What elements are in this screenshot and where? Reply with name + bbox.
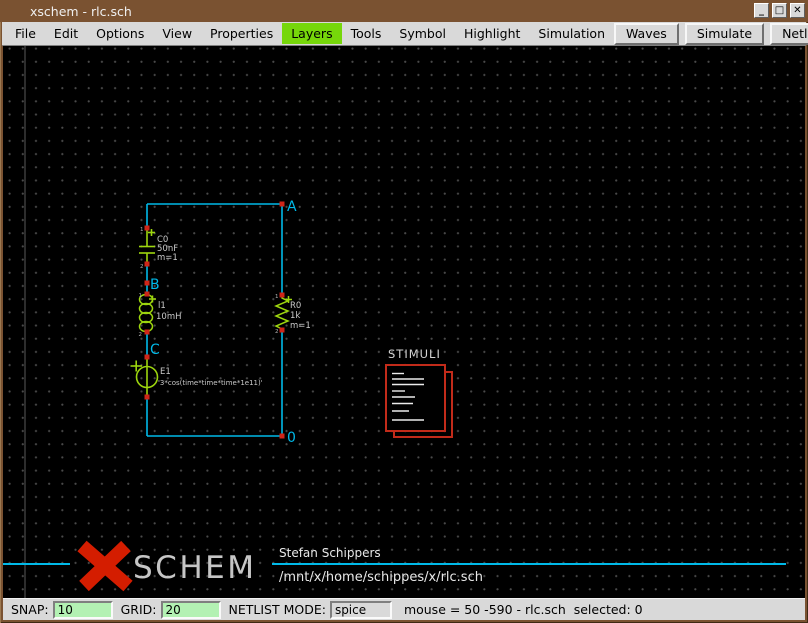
- simulate-button[interactable]: Simulate: [685, 23, 764, 45]
- netlist-mode-input[interactable]: spice: [330, 601, 392, 619]
- snap-input[interactable]: 10: [53, 601, 113, 619]
- stimuli-document-front: [386, 365, 445, 431]
- snap-label: SNAP:: [11, 602, 49, 617]
- resistor-name: R0: [290, 301, 301, 311]
- menu-layers[interactable]: Layers: [282, 23, 341, 44]
- schematic-canvas[interactable]: 1 2 C0 50nF m=1 1 2 l1 10mH: [3, 46, 805, 598]
- capacitor-pin2-number: 2: [140, 264, 144, 270]
- waves-button[interactable]: Waves: [614, 23, 679, 45]
- xschem-logo: SCHEM Stefan Schippers /mnt/x/home/schip…: [3, 546, 786, 586]
- statusbar: SNAP: 10 GRID: 20 NETLIST MODE: spice mo…: [3, 598, 805, 620]
- menu-edit[interactable]: Edit: [45, 23, 87, 44]
- menu-symbol[interactable]: Symbol: [390, 23, 455, 44]
- resistor-pin1-number: 1: [275, 294, 279, 300]
- mouse-status: mouse = 50 -590 - rlc.sch selected: 0: [404, 602, 643, 617]
- inductor-value: 10mH: [156, 312, 182, 322]
- resistor-pin2-number: 2: [275, 329, 279, 335]
- source-name: E1: [160, 367, 171, 377]
- logo-schem-text: SCHEM: [133, 550, 256, 586]
- inductor-pin2-number: 2: [139, 332, 143, 338]
- menu-highlight[interactable]: Highlight: [455, 23, 529, 44]
- capacitor-mult: m=1: [157, 253, 178, 263]
- window-controls: _ □ ✕: [754, 3, 805, 18]
- menu-options[interactable]: Options: [87, 23, 153, 44]
- resistor-value: 1k: [290, 311, 300, 321]
- resistor-mult: m=1: [290, 321, 311, 331]
- grid-label: GRID:: [121, 602, 157, 617]
- stimuli-symbol[interactable]: STIMULI: [386, 347, 452, 437]
- component-source[interactable]: E1 '3*cos(time*time*time*1e11)': [131, 358, 263, 397]
- menu-tools[interactable]: Tools: [342, 23, 391, 44]
- maximize-icon[interactable]: □: [772, 3, 787, 18]
- inductor-pin1-number: 1: [139, 293, 143, 299]
- menu-simulation[interactable]: Simulation: [529, 23, 614, 44]
- xschem-window: xschem - rlc.sch _ □ ✕ File Edit Options…: [0, 0, 808, 623]
- menubar: File Edit Options View Properties Layers…: [2, 22, 806, 46]
- logo-x-icon: [82, 546, 128, 586]
- file-path: /mnt/x/home/schippes/x/rlc.sch: [279, 570, 483, 585]
- window-title: xschem - rlc.sch: [30, 4, 132, 19]
- menu-properties[interactable]: Properties: [201, 23, 282, 44]
- netlist-mode-label: NETLIST MODE:: [229, 602, 326, 617]
- author-name: Stefan Schippers: [279, 546, 381, 560]
- stimuli-label: STIMULI: [388, 347, 441, 361]
- net-label-c[interactable]: C: [150, 342, 160, 358]
- titlebar[interactable]: xschem - rlc.sch _ □ ✕: [0, 0, 808, 22]
- minimize-icon[interactable]: _: [754, 3, 769, 18]
- netlist-button[interactable]: Netlist: [770, 23, 808, 45]
- net-label-b[interactable]: B: [150, 277, 160, 293]
- inductor-name: l1: [158, 301, 166, 311]
- close-icon[interactable]: ✕: [790, 3, 805, 18]
- net-label-a[interactable]: A: [287, 199, 297, 215]
- menu-view[interactable]: View: [153, 23, 201, 44]
- source-value: '3*cos(time*time*time*1e11)': [158, 379, 263, 387]
- menu-file[interactable]: File: [6, 23, 45, 44]
- capacitor-pin1-number: 1: [140, 227, 144, 233]
- net-label-0[interactable]: 0: [287, 430, 296, 446]
- grid-input[interactable]: 20: [161, 601, 221, 619]
